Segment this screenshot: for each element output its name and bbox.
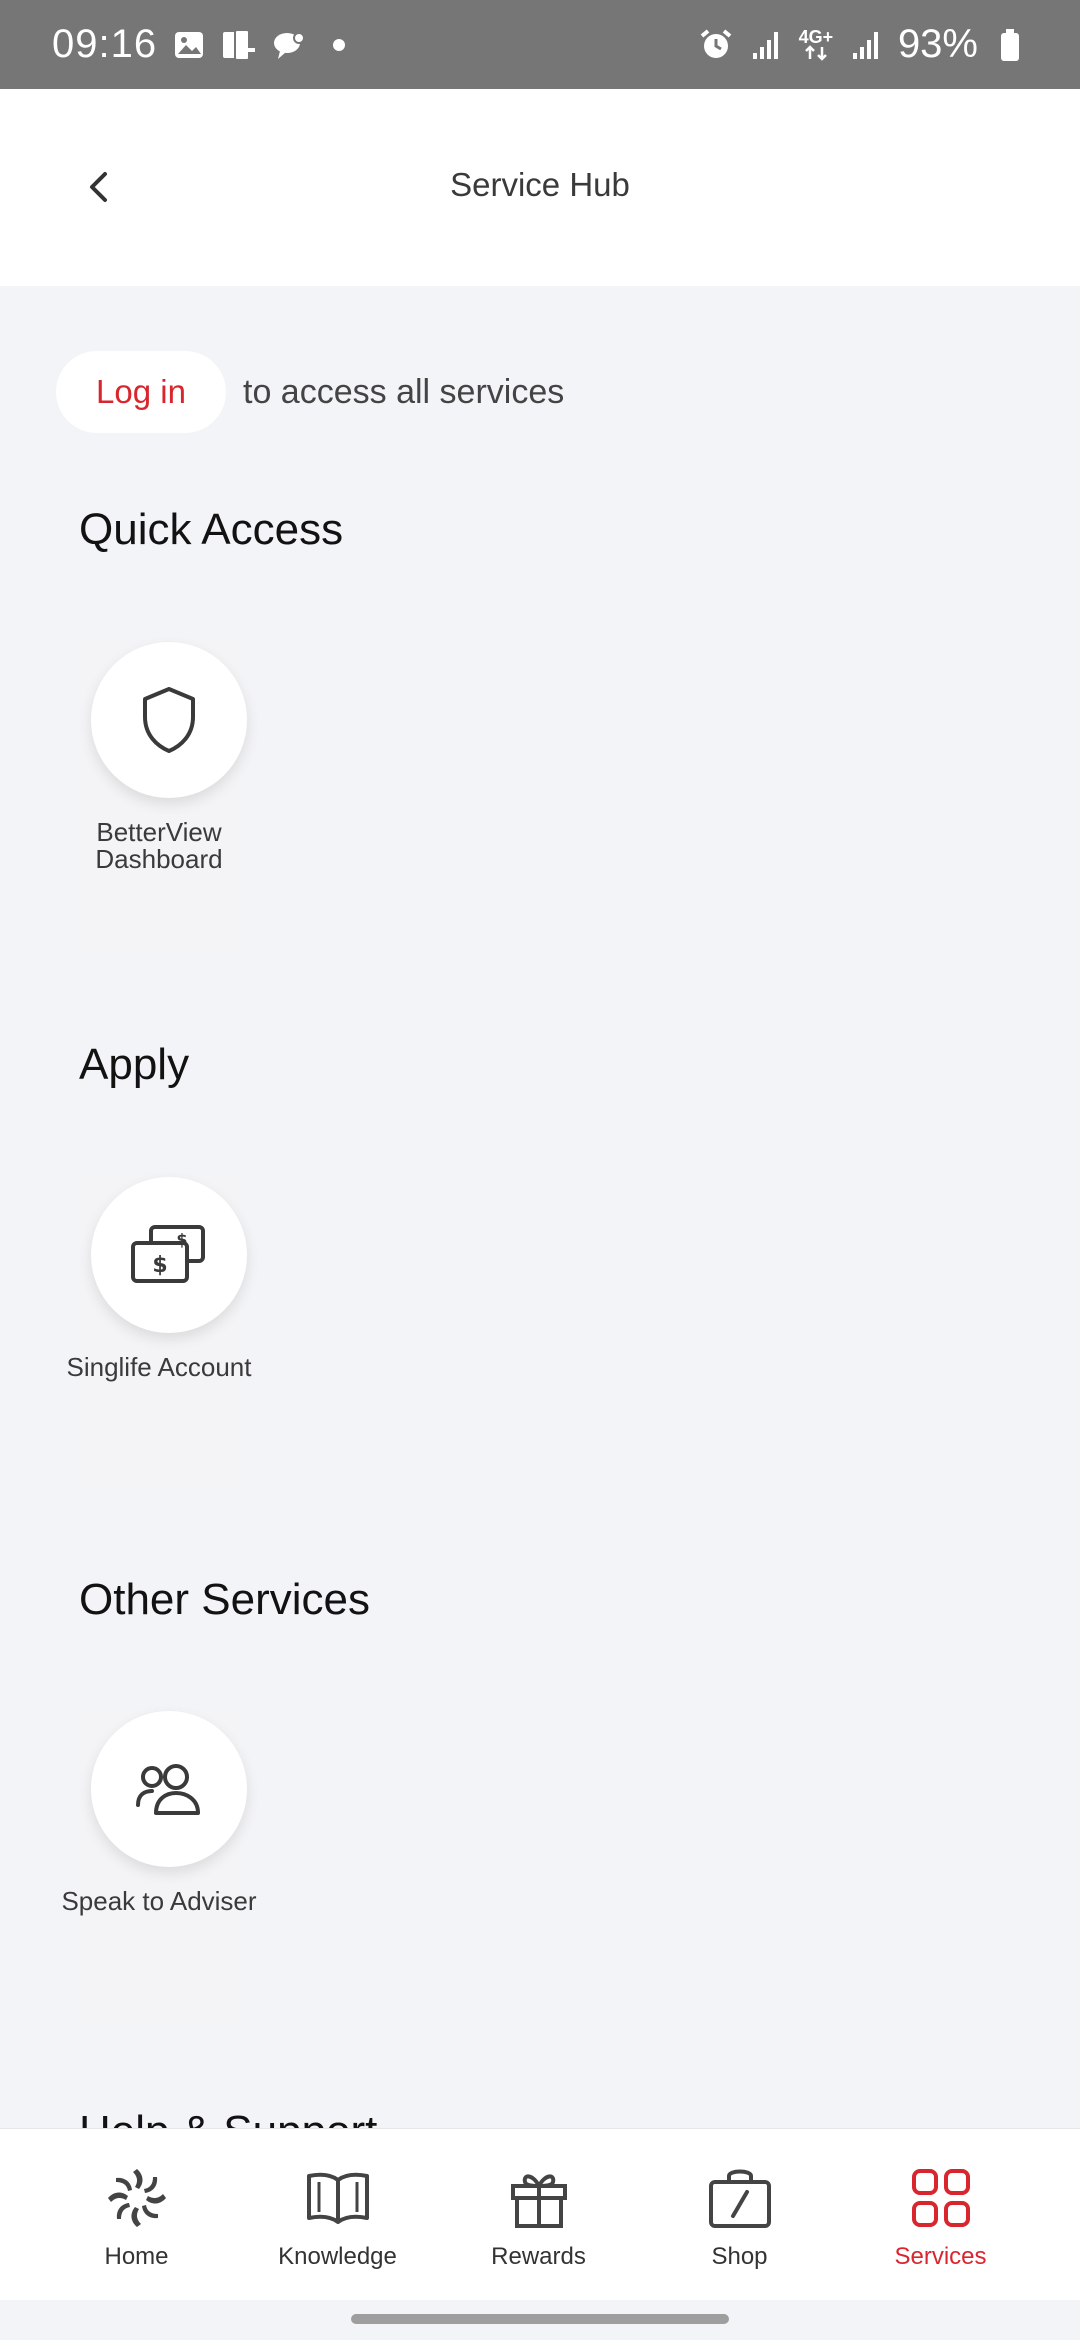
nav-item-services[interactable]: Services — [840, 2129, 1041, 2301]
nav-label: Rewards — [491, 2243, 586, 2270]
service-tile-circle[interactable] — [91, 642, 247, 798]
status-bar: 09:16 4G+ 93% — [0, 0, 1080, 89]
signal-icon-2 — [848, 27, 884, 63]
nav-label: Knowledge — [278, 2243, 397, 2270]
nav-item-knowledge[interactable]: Knowledge — [237, 2129, 438, 2301]
battery-icon — [992, 27, 1028, 63]
signal-icon — [748, 27, 784, 63]
gallery-icon — [171, 27, 207, 63]
nav-item-rewards[interactable]: Rewards — [438, 2129, 639, 2301]
service-tile-speak-to-adviser[interactable]: Speak to Adviser — [61, 1711, 257, 2021]
nav-item-home[interactable]: Home — [36, 2129, 237, 2301]
login-button[interactable]: Log in — [56, 351, 226, 433]
service-tile-betterview[interactable]: BetterView Dashboard — [79, 642, 247, 952]
status-right: 4G+ 93% — [698, 22, 1028, 67]
device-transfer-icon — [221, 27, 257, 63]
section-title-help-support: Help & Support — [79, 2102, 377, 2128]
section-title-other-services: Other Services — [79, 1575, 370, 1624]
shopping-bag-icon — [705, 2163, 775, 2233]
section-title-quick-access: Quick Access — [79, 505, 344, 554]
nav-label: Services — [894, 2243, 987, 2270]
home-gesture-bar[interactable] — [351, 2314, 729, 2324]
chat-icon — [271, 27, 307, 63]
gift-icon — [504, 2163, 574, 2233]
svg-text:$: $ — [152, 1253, 167, 1278]
app-header: Service Hub — [0, 89, 1080, 286]
nav-item-shop[interactable]: Shop — [639, 2129, 840, 2301]
service-tile-circle[interactable] — [91, 1711, 247, 1867]
nav-label: Home — [104, 2243, 169, 2270]
service-tile-singlife-account[interactable]: $ $ Singlife Account — [66, 1177, 252, 1487]
service-tile-label: Singlife Account — [66, 1352, 252, 1382]
gesture-area — [0, 2300, 1080, 2340]
money-transfer-icon: $ $ — [131, 1225, 205, 1283]
network-type-label: 4G+ — [798, 26, 834, 47]
people-icon — [136, 1764, 200, 1815]
notification-dot-icon — [321, 27, 357, 63]
login-message: to access all services — [243, 372, 565, 411]
section-title-apply: Apply — [79, 1040, 190, 1089]
alarm-icon — [698, 27, 734, 63]
svg-text:$: $ — [176, 1230, 187, 1249]
swirl-logo-icon — [102, 2163, 172, 2233]
book-icon — [303, 2163, 373, 2233]
service-tile-label: Speak to Adviser — [61, 1886, 257, 1916]
service-tile-circle[interactable]: $ $ — [91, 1177, 247, 1333]
service-tile-label: BetterView Dashboard — [95, 817, 223, 874]
grid-icon — [906, 2163, 976, 2233]
status-time: 09:16 — [52, 22, 158, 66]
nav-label: Shop — [711, 2243, 768, 2270]
network-type-icon: 4G+ — [798, 27, 834, 63]
status-left: 09:16 — [52, 22, 357, 67]
login-prompt: Log in to access all services — [56, 351, 564, 433]
bottom-navigation: Home Knowledge Rewards Shop Services — [0, 2128, 1080, 2300]
shield-icon — [143, 687, 195, 753]
page-title: Service Hub — [450, 166, 630, 203]
battery-percent: 93% — [897, 22, 978, 66]
